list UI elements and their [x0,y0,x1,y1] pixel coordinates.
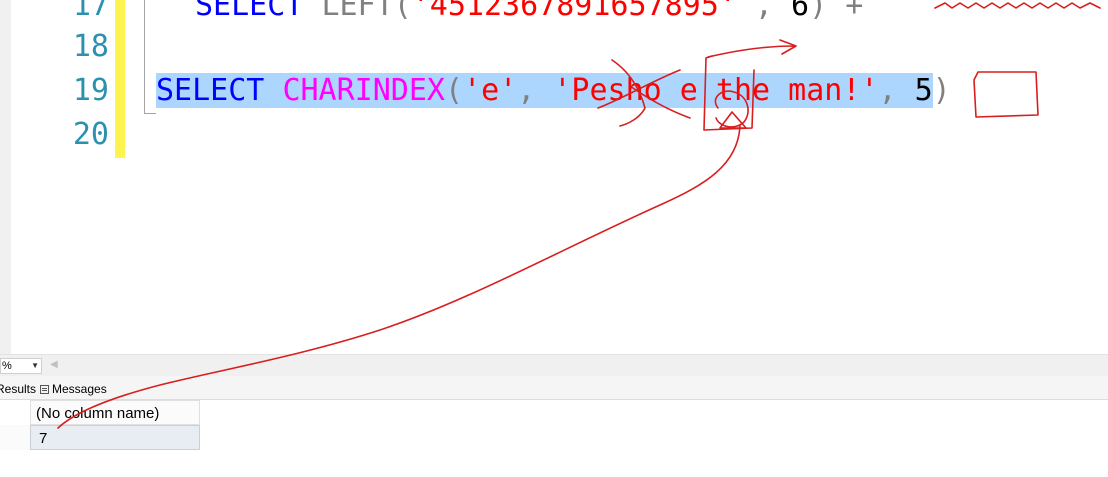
code-outline-line [144,0,145,114]
paren-open: ( [393,0,412,23]
line-number-gutter: 17 18 19 20 [11,0,115,354]
result-cell[interactable]: 7 [30,425,200,450]
tab-messages-label: Messages [52,382,107,396]
paren-close: ) [809,0,828,23]
function-left: LEFT [321,0,394,23]
paren-open: ( [445,73,464,108]
line-number: 20 [72,117,109,152]
number-literal-start: 5 [914,73,933,108]
line-number: 17 [72,0,109,23]
string-literal-search: 'e' [463,73,518,108]
line-number: 18 [72,29,109,64]
scroll-left-arrow-icon[interactable]: ◀ [50,359,58,370]
messages-icon [40,385,49,394]
results-tab-bar: Results Messages [0,376,1108,400]
column-header[interactable]: (No column name) [30,400,200,425]
number-literal: 6 [791,0,810,23]
row-header[interactable] [0,425,30,450]
selected-text[interactable]: SELECT CHARINDEX('e', 'Pesho e the man!'… [156,73,933,108]
function-charindex: CHARINDEX [282,73,445,108]
tab-results[interactable]: Results [0,381,36,397]
comma: , [878,73,897,108]
comma: , [754,0,773,23]
zoom-value: % [2,360,12,372]
query-editor[interactable]: 17 18 19 20 SELECT LEFT('451236789165789… [0,0,1108,354]
editor-margin [0,0,11,354]
keyword-select: SELECT [195,0,304,23]
code-line-19[interactable]: SELECT CHARINDEX('e', 'Pesho e the man!'… [156,69,951,113]
comma: , [517,73,536,108]
line-number: 19 [72,73,109,108]
editor-status-strip: % ▼ ◀ [0,354,1108,376]
code-outline-end [144,113,156,114]
change-indicator-bar [115,0,125,158]
zoom-dropdown[interactable]: % ▼ [0,358,42,374]
string-literal: '4512367891657895' [411,0,737,23]
results-grid[interactable]: (No column name) 7 [0,400,1108,477]
keyword-select: SELECT [156,73,265,108]
dropdown-arrow-icon[interactable]: ▼ [31,359,39,373]
paren-close: ) [932,73,951,108]
string-literal-target: 'Pesho e the man!' [553,73,879,108]
tab-messages[interactable]: Messages [40,381,107,397]
plus-operator: + [845,0,864,23]
code-line-17[interactable]: SELECT LEFT('4512367891657895' , 6) + [195,0,863,28]
